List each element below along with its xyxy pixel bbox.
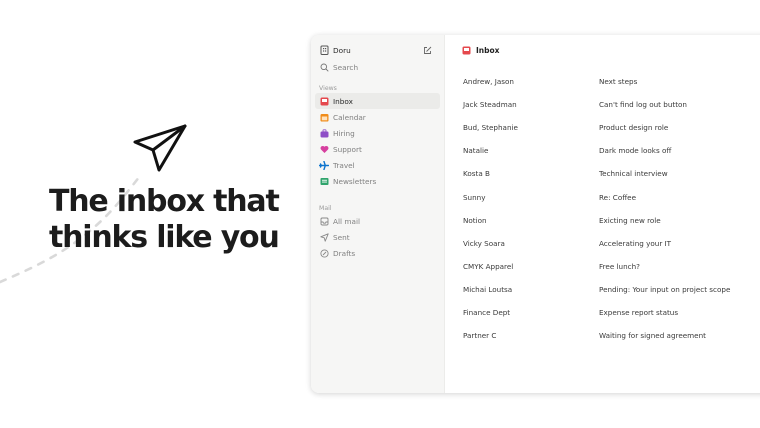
account-switcher[interactable]: Doru	[315, 42, 440, 58]
sidebar-item-label: Sent	[333, 232, 350, 242]
sidebar-item-all-mail[interactable]: All mail	[315, 213, 440, 229]
table-row[interactable]: CMYK Apparel Free lunch?	[463, 255, 760, 278]
newspaper-icon	[319, 176, 329, 186]
message-subject: Can't find log out button	[599, 100, 687, 110]
building-icon	[319, 45, 329, 55]
message-subject: Free lunch?	[599, 261, 640, 271]
table-row[interactable]: Kosta B Technical interview	[463, 162, 760, 185]
sidebar-item-sent[interactable]: Sent	[315, 229, 440, 245]
sidebar-item-support[interactable]: Support	[315, 141, 440, 157]
search-item[interactable]: Search	[315, 59, 440, 75]
inbox-icon	[319, 96, 329, 106]
table-row[interactable]: Sunny Re: Coffee	[463, 185, 760, 208]
sidebar-item-label: Hiring	[333, 128, 355, 138]
mail-app-window: Doru Search Views Inbox Calendar Hiring …	[311, 35, 760, 393]
sidebar-item-calendar[interactable]: Calendar	[315, 109, 440, 125]
views-section-label: Views	[319, 85, 337, 92]
message-sender: Finance Dept	[463, 307, 511, 317]
sidebar-item-label: Support	[333, 144, 362, 154]
message-subject: Waiting for signed agreement	[599, 331, 706, 341]
message-subject: Re: Coffee	[599, 192, 637, 202]
briefcase-icon	[319, 128, 329, 138]
table-row[interactable]: Natalie Dark mode looks off	[463, 139, 760, 162]
message-sender: Natalie	[463, 146, 489, 156]
message-subject: Next steps	[599, 77, 638, 87]
message-subject: Dark mode looks off	[599, 146, 672, 156]
sidebar-item-hiring[interactable]: Hiring	[315, 125, 440, 141]
draft-icon	[319, 248, 329, 258]
compose-icon[interactable]	[422, 45, 432, 55]
sidebar-item-travel[interactable]: Travel	[315, 157, 440, 173]
table-row[interactable]: Partner C Waiting for signed agreement	[463, 324, 760, 347]
message-sender: Sunny	[463, 192, 486, 202]
headline-line-1: The inbox that	[49, 184, 280, 219]
table-row[interactable]: Notion Exicting new role	[463, 209, 760, 232]
table-row[interactable]: Finance Dept Expense report status	[463, 301, 760, 324]
headline-line-2: thinks like you	[49, 220, 280, 255]
table-row[interactable]: Jack Steadman Can't find log out button	[463, 93, 760, 116]
airplane-icon	[319, 160, 329, 170]
page-title-label: Inbox	[476, 46, 500, 55]
message-subject: Pending: Your input on project scope	[599, 284, 731, 294]
message-sender: Jack Steadman	[463, 100, 517, 110]
sidebar-item-label: Calendar	[333, 112, 366, 122]
message-sender: CMYK Apparel	[463, 261, 514, 271]
account-name: Doru	[333, 45, 351, 55]
table-row[interactable]: Michai Loutsa Pending: Your input on proj…	[463, 278, 760, 301]
tray-icon	[319, 216, 329, 226]
table-row[interactable]: Andrew, Jason Next steps	[463, 70, 760, 93]
table-row[interactable]: Bud, Stephanie Product design role	[463, 116, 760, 139]
message-subject: Exicting new role	[599, 215, 661, 225]
message-list-pane: Inbox Andrew, Jason Next steps Jack Steadm…	[445, 35, 760, 393]
send-icon	[319, 232, 329, 242]
message-sender: Kosta B	[463, 169, 490, 179]
sidebar-item-label: Travel	[333, 160, 355, 170]
table-row[interactable]: Vicky Soara Accelerating your IT	[463, 232, 760, 255]
sidebar-item-label: Inbox	[333, 96, 353, 106]
calendar-icon	[319, 112, 329, 122]
mail-section-label: Mail	[319, 205, 332, 212]
message-subject: Product design role	[599, 123, 669, 133]
message-sender: Vicky Soara	[463, 238, 505, 248]
heart-icon	[319, 144, 329, 154]
message-sender: Partner C	[463, 331, 497, 341]
message-sender: Bud, Stephanie	[463, 123, 518, 133]
message-sender: Michai Loutsa	[463, 284, 513, 294]
sidebar-item-label: All mail	[333, 216, 360, 226]
message-list: Andrew, Jason Next steps Jack Steadman Can'…	[463, 70, 760, 347]
page-title: Inbox	[462, 45, 760, 56]
message-subject: Accelerating your IT	[599, 238, 672, 248]
paper-plane-icon	[133, 124, 187, 172]
headline: The inbox that thinks like you	[49, 184, 299, 256]
message-subject: Technical interview	[599, 169, 668, 179]
message-sender: Notion	[463, 215, 487, 225]
sidebar-item-label: Newsletters	[333, 176, 377, 186]
hero: The inbox that thinks like you	[0, 0, 310, 428]
sidebar: Doru Search Views Inbox Calendar Hiring …	[311, 35, 445, 393]
message-sender: Andrew, Jason	[463, 77, 514, 87]
sidebar-item-label: Drafts	[333, 248, 356, 258]
sidebar-item-drafts[interactable]: Drafts	[315, 245, 440, 261]
message-subject: Expense report status	[599, 307, 679, 317]
sidebar-item-newsletters[interactable]: Newsletters	[315, 173, 440, 189]
inbox-icon	[462, 46, 472, 56]
sidebar-item-inbox[interactable]: Inbox	[315, 93, 440, 109]
search-icon	[319, 62, 329, 72]
search-label: Search	[333, 62, 359, 72]
